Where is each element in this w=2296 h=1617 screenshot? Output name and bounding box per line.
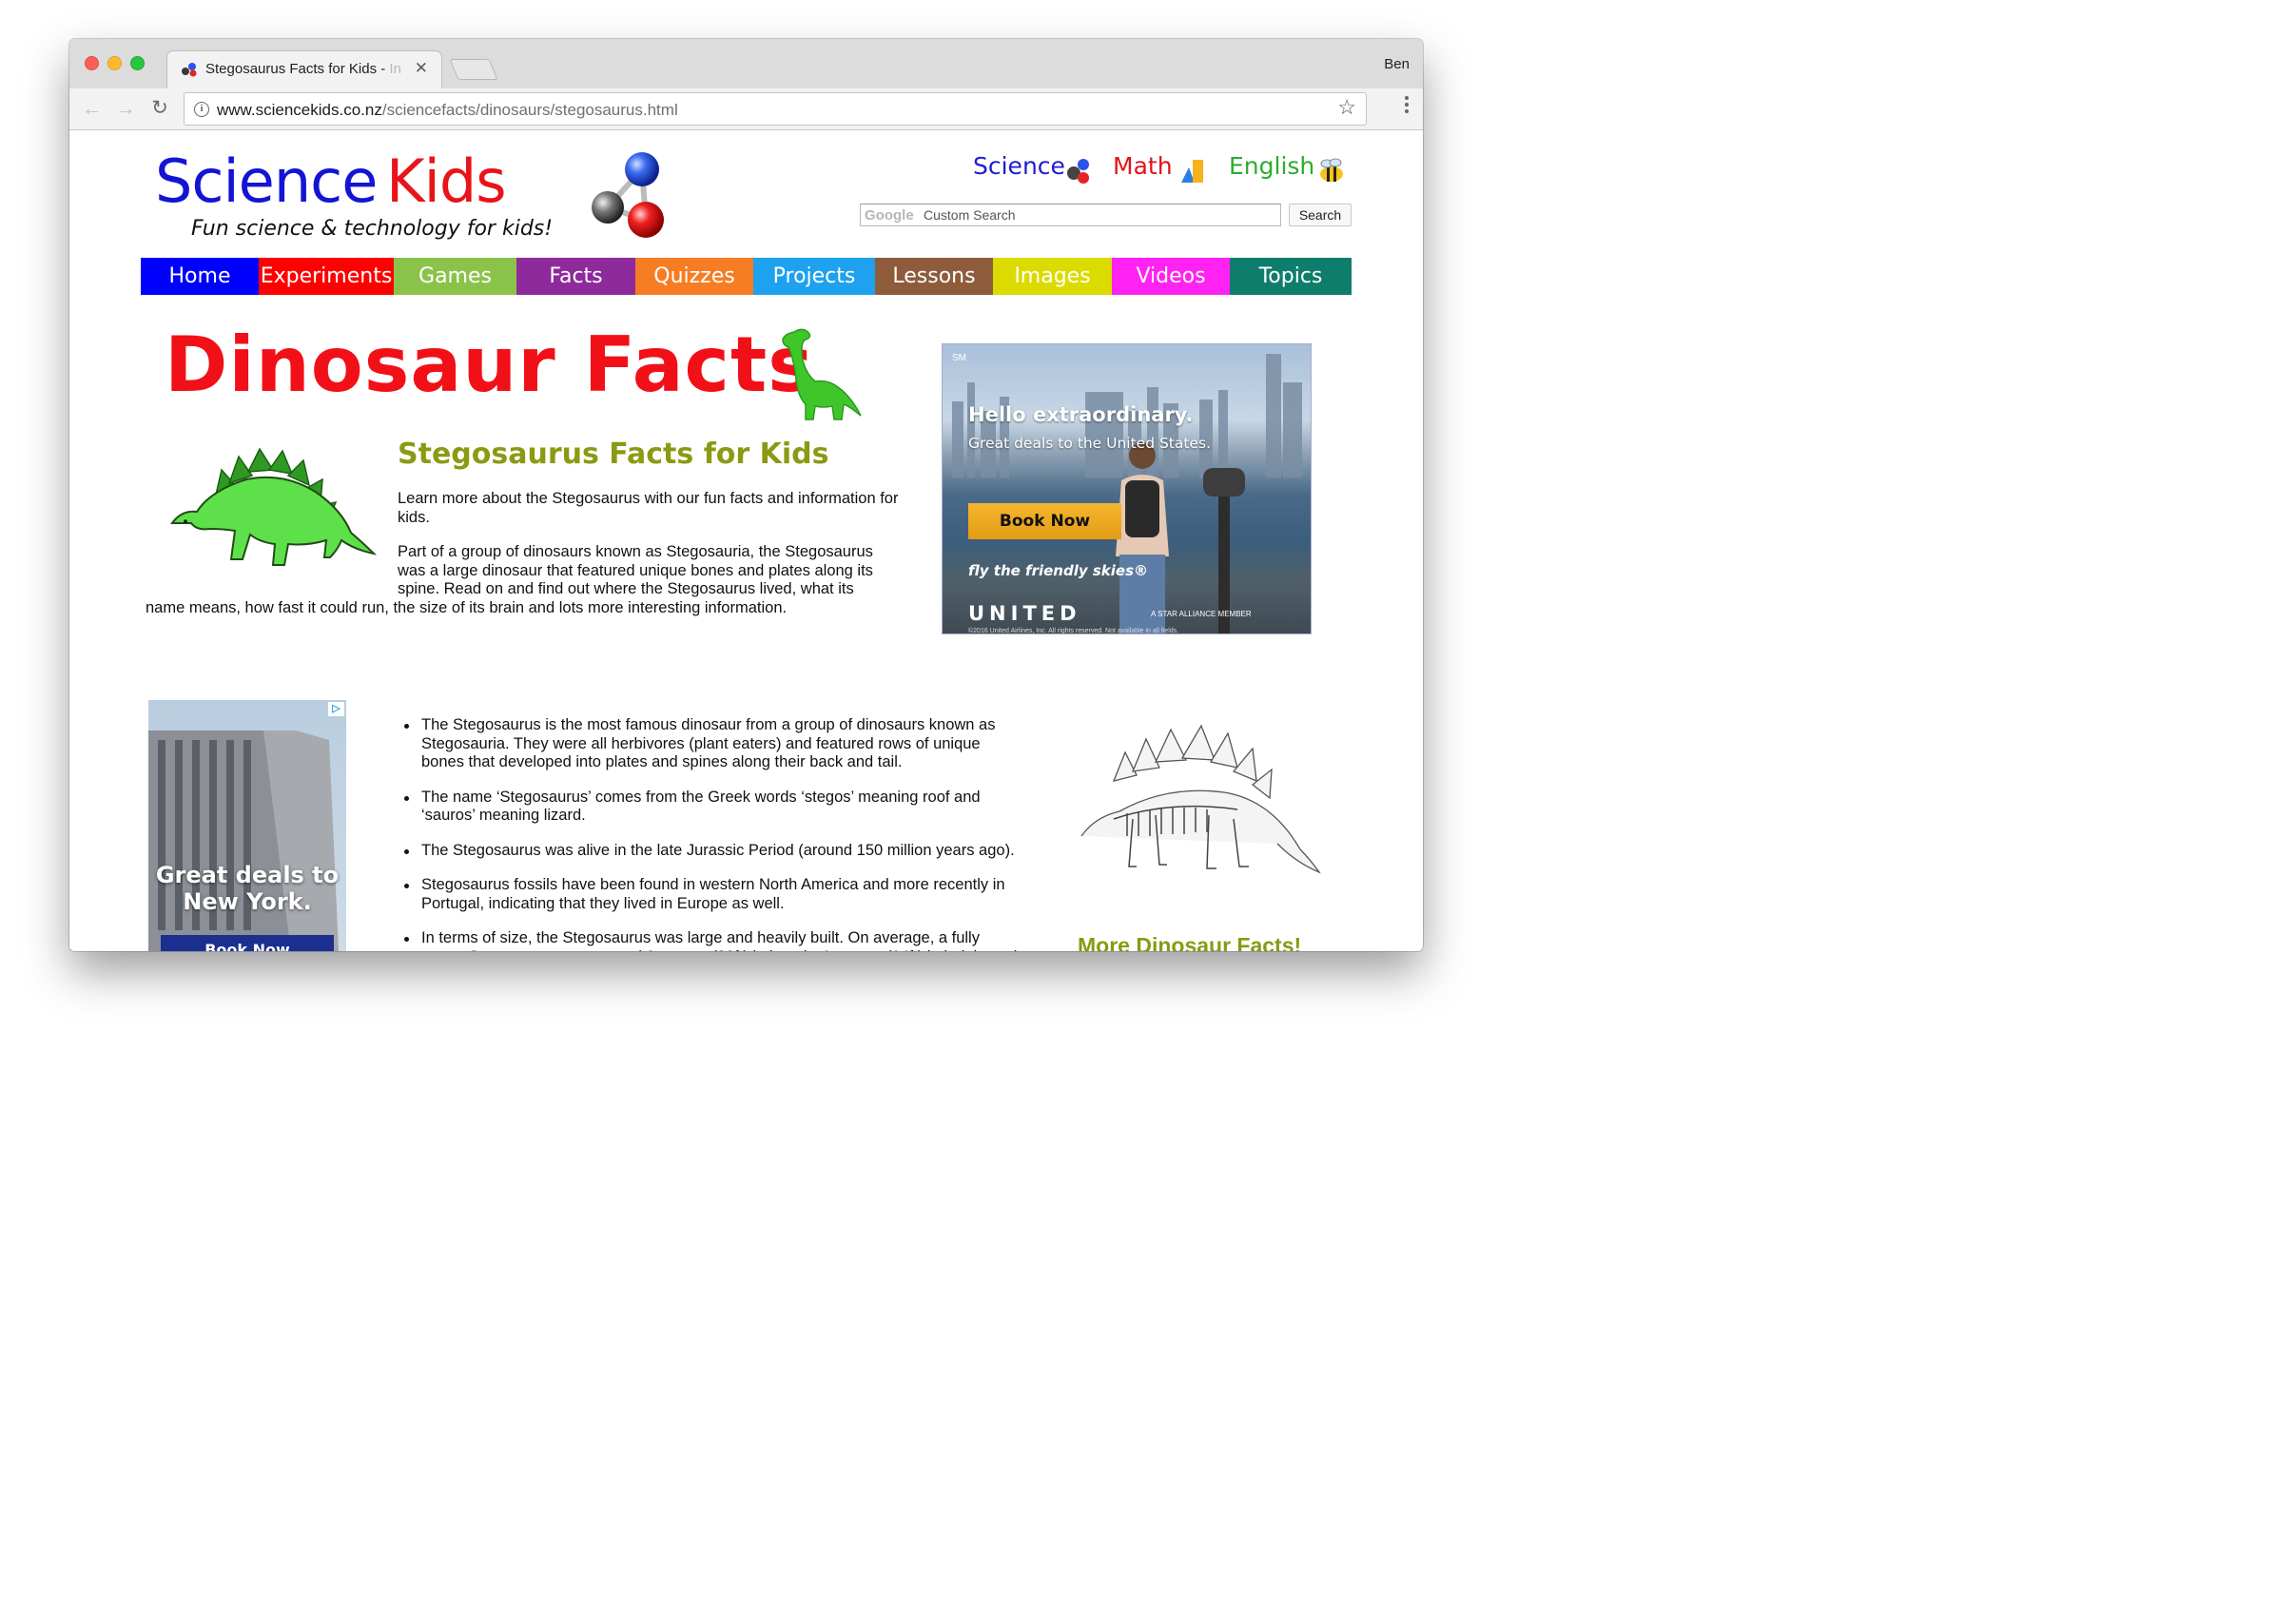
menu-dots-icon[interactable] [1404, 96, 1410, 121]
article-title: Stegosaurus Facts for Kids [398, 438, 829, 471]
ad-slogan: fly the friendly skies® [968, 562, 1148, 579]
minimize-window-button[interactable] [107, 56, 122, 70]
logo-tagline: Fun science & technology for kids! [191, 217, 554, 241]
nav-item-games[interactable]: Games [394, 258, 516, 295]
binocular-viewer-image [1203, 468, 1245, 633]
subject-link-english[interactable]: English [1229, 152, 1314, 180]
address-bar[interactable]: i www.sciencekids.co.nz/sciencefacts/din… [184, 92, 1367, 126]
adchoices-icon[interactable]: ▷ [328, 702, 344, 716]
dinosaur-facts-heading: Dinosaur Facts [165, 321, 814, 409]
intro-paragraph-2-continued: name means, how fast it could run, the s… [146, 599, 788, 616]
nav-item-topics[interactable]: Topics [1230, 258, 1352, 295]
nav-item-quizzes[interactable]: Quizzes [635, 258, 753, 295]
browser-toolbar: ← → ↻ i www.sciencekids.co.nz/sciencefac… [69, 88, 1423, 130]
new-tab-button[interactable] [449, 59, 498, 80]
search-input[interactable] [924, 206, 1266, 224]
zoom-window-button[interactable] [130, 56, 145, 70]
ad-book-now-button[interactable]: Book Now [968, 503, 1121, 539]
main-nav: Home Experiments Games Facts Quizzes Pro… [141, 258, 1352, 295]
english-bee-icon [1320, 158, 1343, 182]
united-airlines-ad[interactable]: SM Hello extraordinary. Great deals to t… [942, 343, 1312, 634]
facts-list: The Stegosaurus is the most famous dinos… [404, 716, 1021, 951]
nav-item-facts[interactable]: Facts [516, 258, 635, 295]
subject-link-math[interactable]: Math [1113, 152, 1173, 180]
list-item: The Stegosaurus was alive in the late Ju… [404, 842, 1021, 861]
math-blocks-icon [1181, 160, 1203, 183]
ad-subheadline: Great deals to the United States. [968, 435, 1212, 452]
page-viewport: Science Kids Fun science & technology fo… [69, 131, 1423, 951]
search-box[interactable]: Google [860, 204, 1281, 226]
stegosaurus-skeleton-image [1080, 724, 1321, 874]
browser-window: Stegosaurus Facts for Kids - In ✕ Ben ← … [69, 39, 1423, 951]
bookmark-star-icon[interactable]: ☆ [1337, 95, 1356, 120]
nav-item-lessons[interactable]: Lessons [875, 258, 993, 295]
forward-arrow-icon[interactable]: → [112, 94, 139, 123]
favicon-icon [182, 63, 197, 77]
stegosaurus-image [170, 447, 378, 566]
nav-item-experiments[interactable]: Experiments [259, 258, 394, 295]
logo-science-text: Science [155, 146, 378, 216]
back-arrow-icon[interactable]: ← [79, 94, 106, 123]
ad-headline: Hello extraordinary. [968, 403, 1194, 426]
subject-link-science[interactable]: Science [973, 152, 1065, 180]
ad-book-now-button[interactable]: Book Now [161, 935, 334, 951]
tab-strip: Stegosaurus Facts for Kids - In ✕ Ben [69, 39, 1423, 88]
profile-name[interactable]: Ben [1384, 56, 1410, 72]
star-alliance-text: A STAR ALLIANCE MEMBER [1151, 610, 1252, 618]
list-item: The name ‘Stegosaurus’ comes from the Gr… [404, 789, 1021, 826]
tab-active[interactable]: Stegosaurus Facts for Kids - In ✕ [166, 50, 442, 88]
nav-item-projects[interactable]: Projects [753, 258, 875, 295]
close-window-button[interactable] [85, 56, 99, 70]
nav-item-home[interactable]: Home [141, 258, 259, 295]
list-item: Stegosaurus fossils have been found in w… [404, 876, 1021, 913]
tab-title: Stegosaurus Facts for Kids - In [205, 61, 401, 77]
new-york-ad[interactable]: ▷ Great deals to New York. Book Now [148, 700, 346, 951]
nav-item-images[interactable]: Images [993, 258, 1112, 295]
skyscraper-image [148, 731, 339, 951]
search-button[interactable]: Search [1289, 204, 1352, 226]
google-label: Google [865, 207, 914, 224]
nav-item-videos[interactable]: Videos [1112, 258, 1230, 295]
info-icon[interactable]: i [194, 102, 209, 117]
url-text[interactable]: www.sciencekids.co.nz/sciencefacts/dinos… [217, 101, 678, 120]
united-logo-text: UNITED [968, 602, 1081, 625]
molecule-icon [592, 152, 664, 238]
ad-sm-mark: SM [952, 353, 966, 363]
tab-close-icon[interactable]: ✕ [415, 59, 428, 78]
intro-paragraph-2: Part of a group of dinosaurs known as St… [398, 543, 873, 597]
site-logo[interactable]: Science Kids Fun science & technology fo… [155, 148, 593, 244]
more-dinosaur-facts-link[interactable]: More Dinosaur Facts! [1078, 933, 1301, 951]
list-item: The Stegosaurus is the most famous dinos… [404, 716, 1021, 772]
logo-kids-text: Kids [386, 146, 507, 216]
ad-headline: Great deals to New York. [155, 862, 340, 915]
ad-fineprint: ©2016 United Airlines, Inc. All rights r… [968, 628, 1179, 634]
brontosaurus-icon [782, 328, 862, 420]
intro-paragraph-1: Learn more about the Stegosaurus with ou… [398, 490, 899, 526]
science-molecule-icon [1067, 159, 1089, 184]
reload-icon[interactable]: ↻ [146, 94, 173, 123]
list-item: In terms of size, the Stegosaurus was la… [404, 929, 1021, 951]
